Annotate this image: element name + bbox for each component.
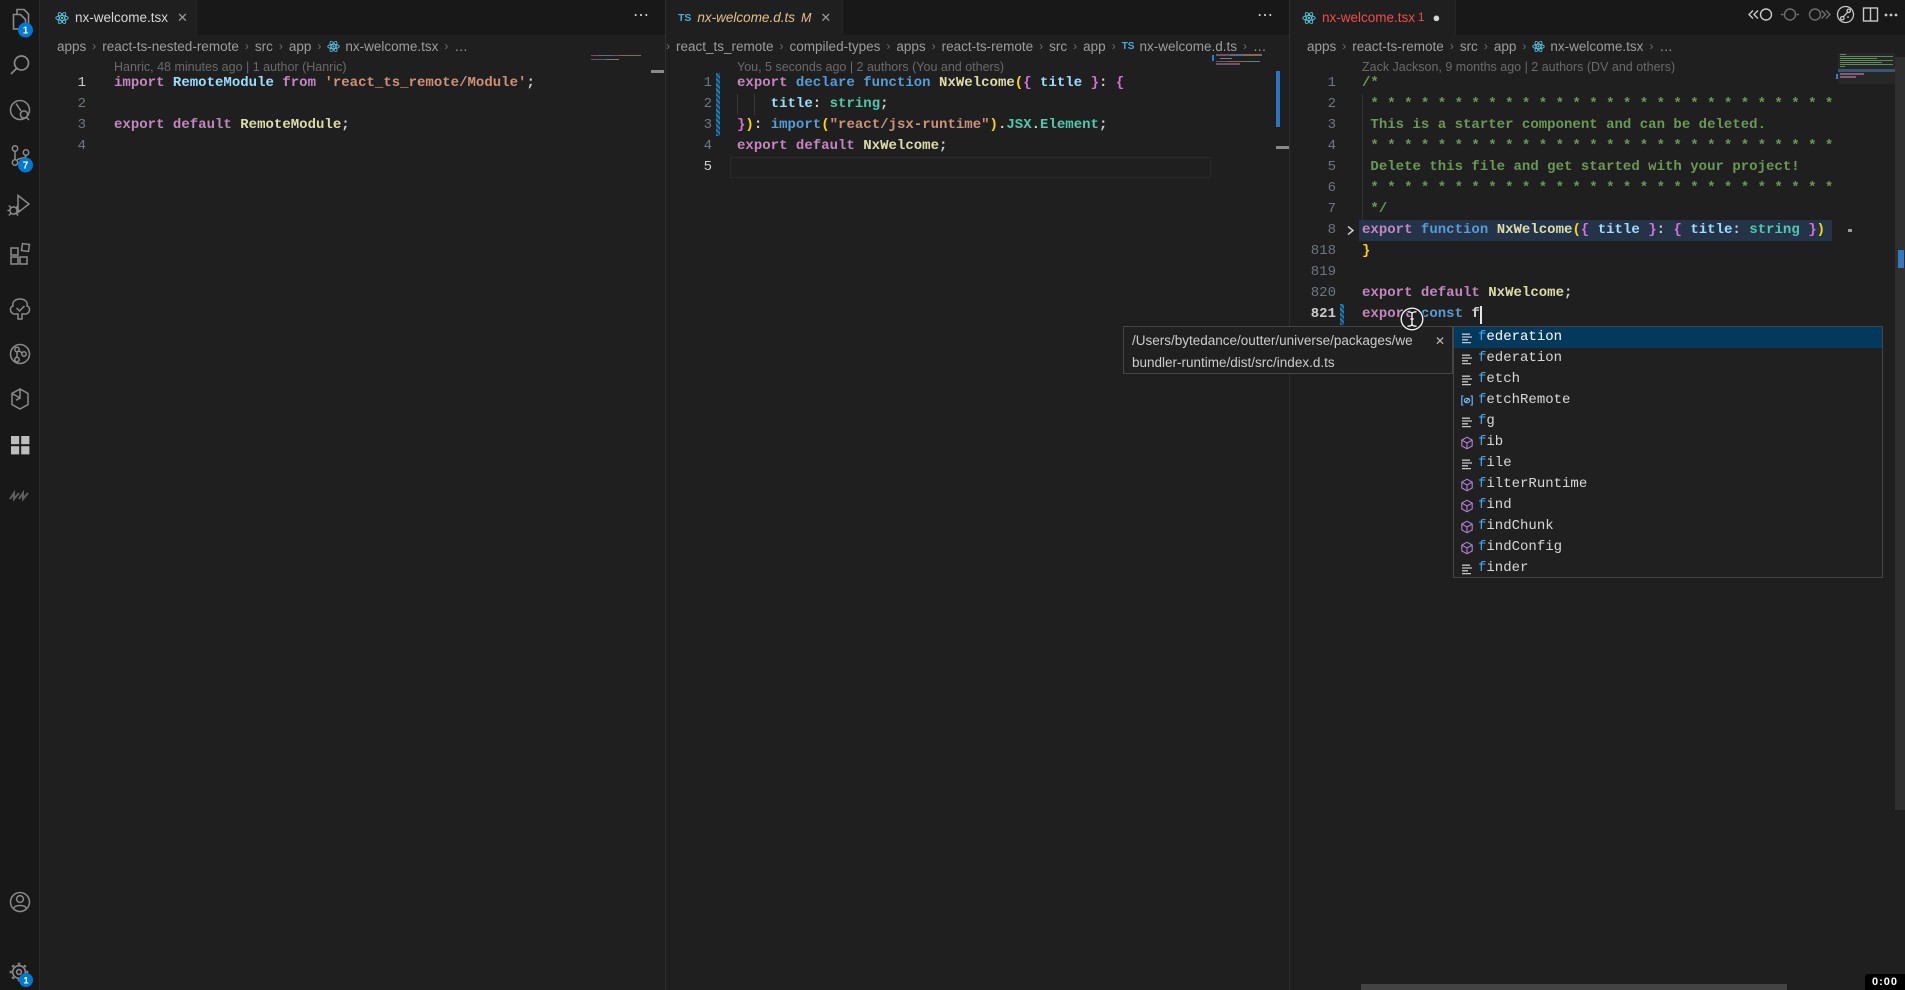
svg-text:1: 1: [23, 975, 29, 986]
svg-text:1: 1: [23, 25, 29, 36]
svg-text:7: 7: [23, 160, 29, 171]
